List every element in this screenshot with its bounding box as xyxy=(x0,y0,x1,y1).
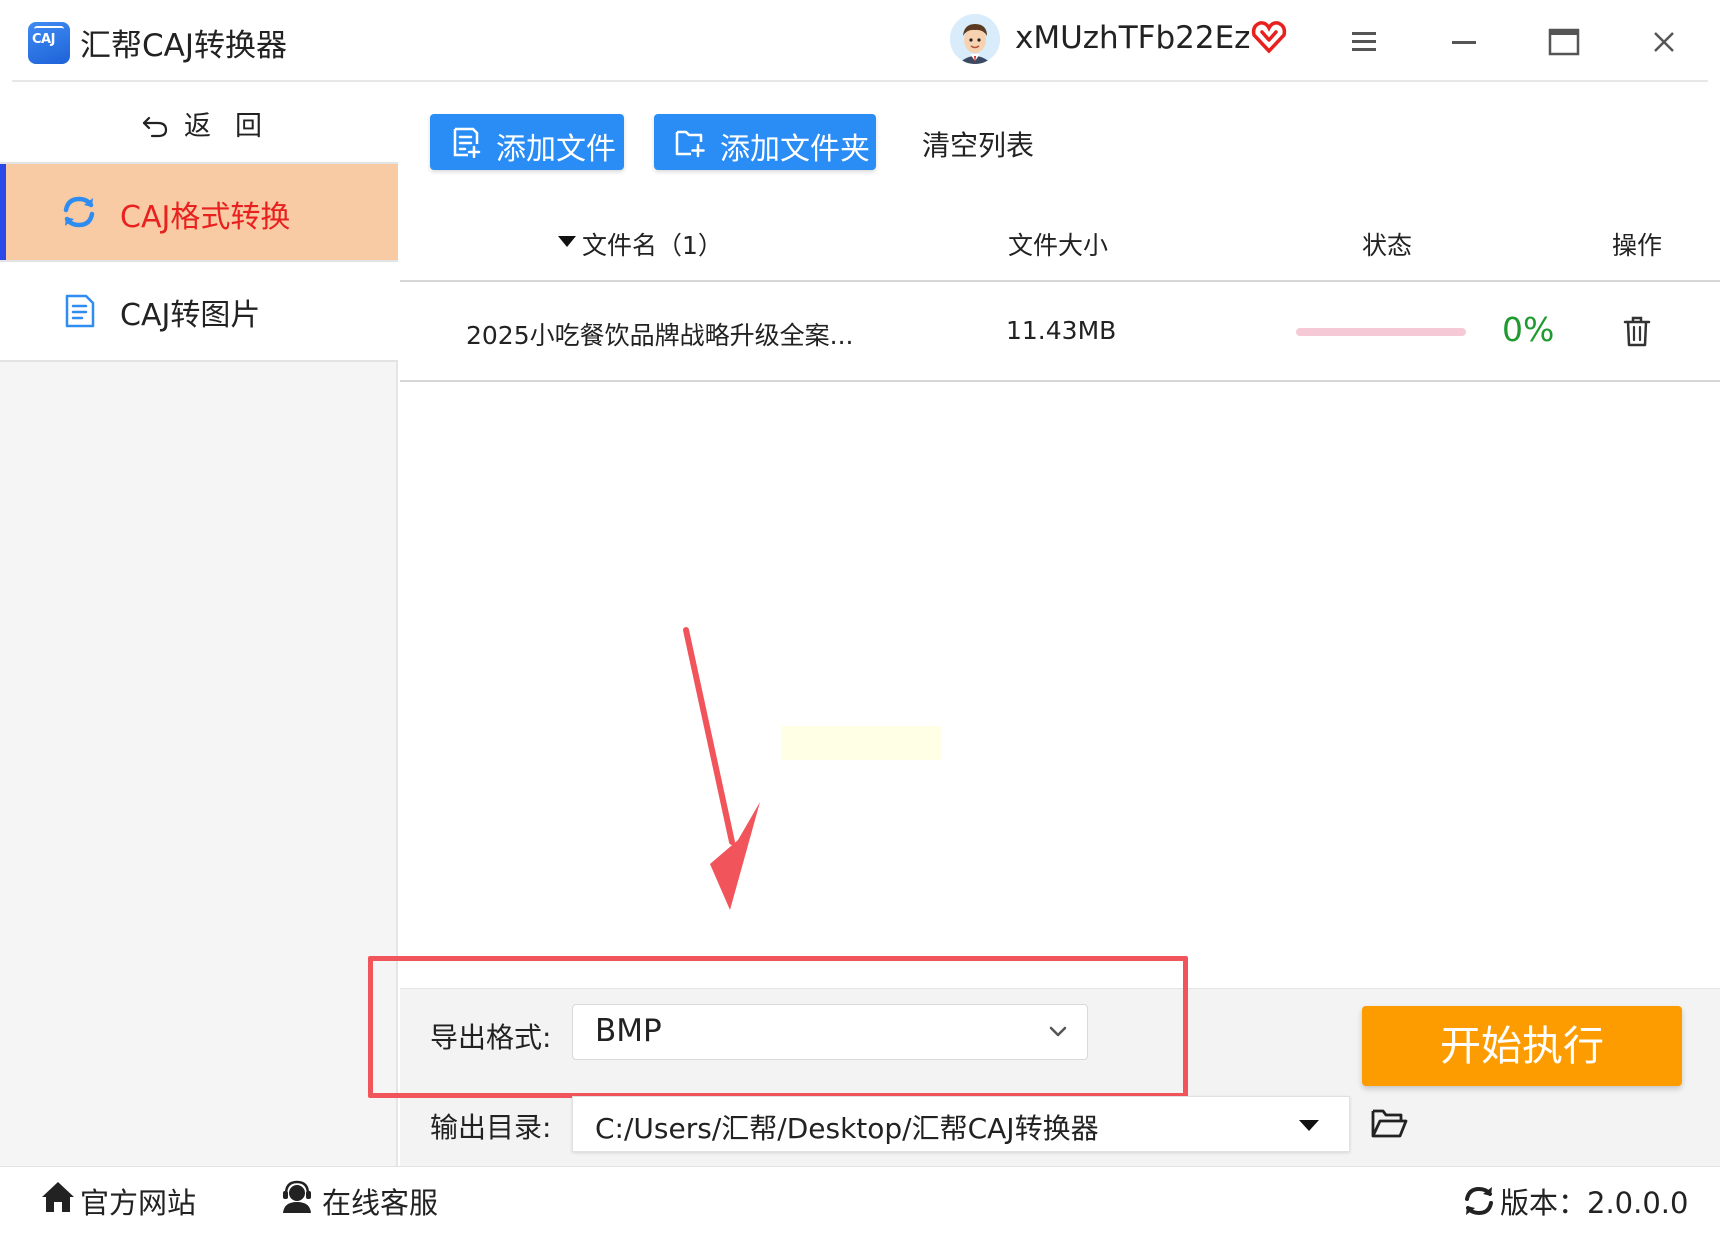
minimize-icon[interactable] xyxy=(1444,22,1484,62)
sidebar-item-caj-to-image[interactable]: CAJ转图片 xyxy=(0,262,398,362)
output-dir-dropdown[interactable]: C:/Users/汇帮/Desktop/汇帮CAJ转换器 xyxy=(572,1096,1350,1152)
export-format-dropdown[interactable]: BMP xyxy=(572,1004,1088,1060)
table-row-size: 11.43MB xyxy=(1006,316,1117,345)
table-row-filename: 2025小吃餐饮品牌战略升级全案... xyxy=(466,321,854,350)
export-format-value: BMP xyxy=(595,1013,662,1049)
trash-icon[interactable] xyxy=(1622,314,1652,348)
progress-percent: 0% xyxy=(1502,310,1555,349)
app-logo-text: CAJ xyxy=(32,32,55,47)
user-avatar[interactable] xyxy=(950,14,1000,64)
maximize-icon[interactable] xyxy=(1544,22,1584,62)
output-dir-value: C:/Users/汇帮/Desktop/汇帮CAJ转换器 xyxy=(595,1112,1099,1145)
sidebar-item-caj-format-convert[interactable]: CAJ格式转换 xyxy=(0,162,398,262)
online-support-link[interactable]: 在线客服 xyxy=(322,1180,438,1222)
headset-support-icon[interactable] xyxy=(280,1180,314,1214)
add-file-label: 添加文件 xyxy=(496,132,616,167)
table-header-divider xyxy=(400,280,1720,282)
column-header-size: 文件大小 xyxy=(1008,231,1109,260)
output-dir-label: 输出目录: xyxy=(430,1111,552,1144)
add-folder-label: 添加文件夹 xyxy=(720,132,870,167)
column-header-filename[interactable]: 文件名（1） xyxy=(582,226,723,262)
app-logo-icon: CAJ xyxy=(28,22,70,64)
annotation-arrow-icon xyxy=(683,627,760,910)
add-folder-icon xyxy=(675,130,705,158)
add-file-icon xyxy=(453,127,481,158)
app-title: 汇帮CAJ转换器 xyxy=(80,28,287,64)
refresh-convert-icon xyxy=(63,196,95,228)
sidebar-item-label: CAJ转图片 xyxy=(120,298,261,333)
column-header-status: 状态 xyxy=(1362,231,1413,260)
caret-down-icon xyxy=(1299,1120,1319,1131)
avatar-icon xyxy=(950,14,1000,64)
sort-down-icon[interactable] xyxy=(558,236,576,247)
back-label: 返回 xyxy=(184,111,286,142)
clear-list-button[interactable]: 清空列表 xyxy=(922,124,1034,164)
table-row-divider xyxy=(400,380,1720,382)
active-indicator xyxy=(0,164,6,260)
version-label: 版本：2.0.0.0 xyxy=(1500,1186,1689,1220)
export-format-label: 导出格式: xyxy=(430,1021,552,1054)
username: xMUzhTFb22Ez xyxy=(1015,20,1251,56)
progress-bar xyxy=(1296,328,1466,336)
back-arrow-icon xyxy=(142,116,168,138)
column-header-action: 操作 xyxy=(1612,231,1663,260)
document-icon xyxy=(65,294,95,328)
sidebar-item-label: CAJ格式转换 xyxy=(120,200,291,235)
vip-heart-icon[interactable] xyxy=(1250,18,1288,56)
official-site-link[interactable]: 官方网站 xyxy=(80,1180,196,1222)
start-execute-button[interactable]: 开始执行 xyxy=(1362,1006,1682,1086)
home-icon[interactable] xyxy=(40,1180,76,1214)
menu-icon[interactable] xyxy=(1344,22,1384,62)
add-file-button[interactable]: 添加文件 xyxy=(430,114,624,170)
chevron-down-icon xyxy=(1049,1026,1067,1037)
watermark xyxy=(782,726,942,760)
close-icon[interactable] xyxy=(1644,22,1684,62)
refresh-icon[interactable] xyxy=(1462,1184,1496,1218)
add-folder-button[interactable]: 添加文件夹 xyxy=(654,114,876,170)
folder-open-icon[interactable] xyxy=(1370,1106,1408,1140)
